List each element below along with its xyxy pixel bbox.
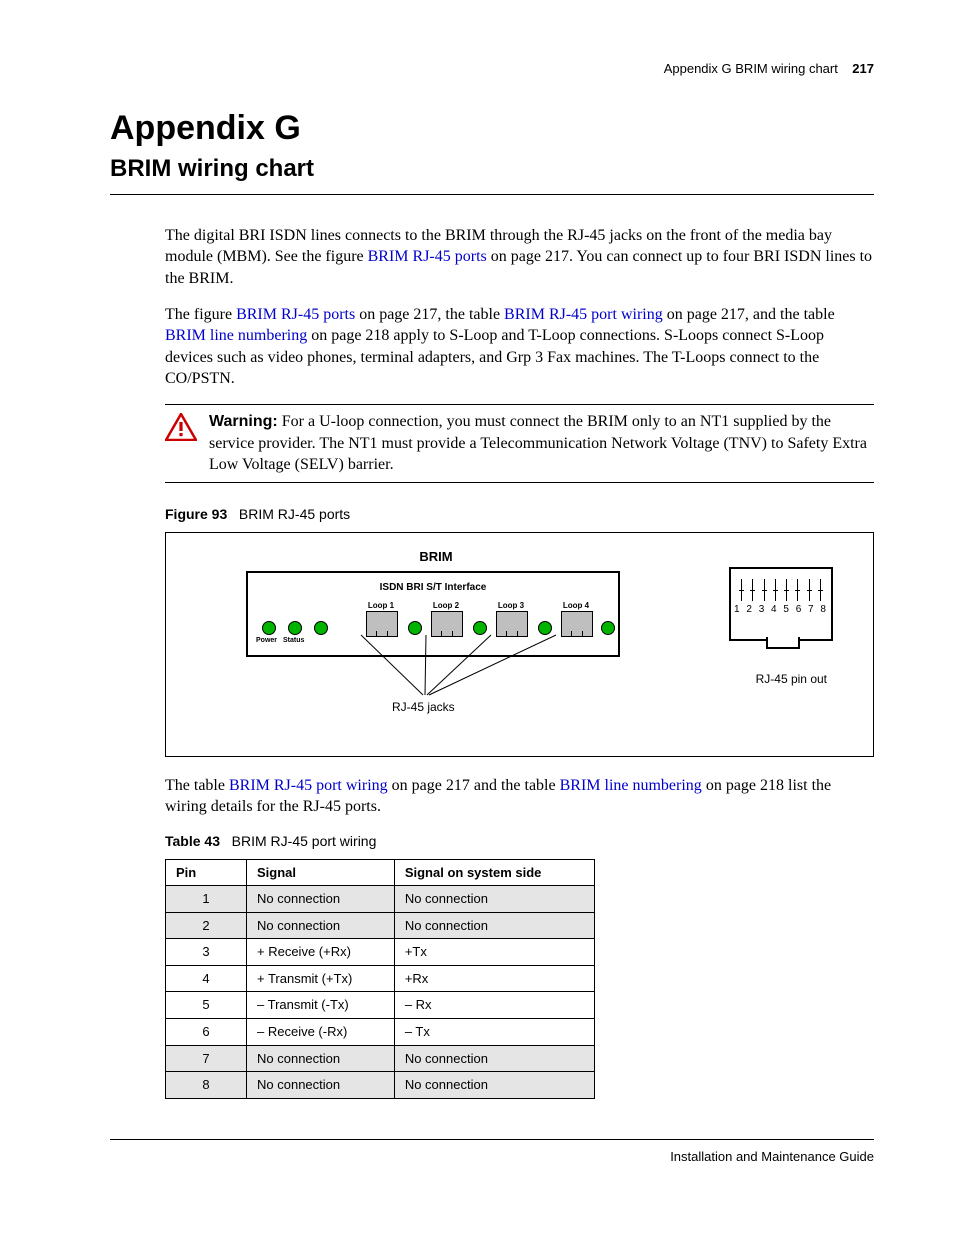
- cell-signal: + Transmit (+Tx): [247, 965, 395, 992]
- th-system: Signal on system side: [394, 859, 594, 886]
- warning-box: Warning: For a U-loop connection, you mu…: [165, 404, 874, 483]
- power-label: Power: [256, 636, 277, 645]
- cell-signal: No connection: [247, 912, 395, 939]
- link-brim-line-numbering-2[interactable]: BRIM line numbering: [560, 777, 702, 794]
- rj45-port-4: [561, 611, 593, 637]
- rj45-port-1: [366, 611, 398, 637]
- table-row: 7No connectionNo connection: [166, 1045, 595, 1072]
- brim-title: BRIM: [246, 548, 626, 566]
- warning-label: Warning:: [209, 413, 278, 430]
- cell-signal: – Receive (-Rx): [247, 1019, 395, 1046]
- cell-pin: 8: [166, 1072, 247, 1099]
- led-loop1: [408, 621, 422, 635]
- appendix-subtitle: BRIM wiring chart: [110, 153, 874, 185]
- table-43: Pin Signal Signal on system side 1No con…: [165, 859, 595, 1099]
- table-row: 3+ Receive (+Rx)+Tx: [166, 939, 595, 966]
- cell-signal: No connection: [247, 1045, 395, 1072]
- page-footer: Installation and Maintenance Guide: [110, 1139, 874, 1166]
- cell-system: +Rx: [394, 965, 594, 992]
- rj45-port-2: [431, 611, 463, 637]
- led-loop4: [601, 621, 615, 635]
- table-row: 1No connectionNo connection: [166, 886, 595, 913]
- brim-panel: ISDN BRI S/T Interface Loop 1 Loop 2 Loo…: [246, 571, 620, 657]
- cell-system: – Rx: [394, 992, 594, 1019]
- figure-93: BRIM ISDN BRI S/T Interface Loop 1 Loop …: [165, 532, 874, 757]
- led-power: [262, 621, 276, 635]
- cell-signal: + Receive (+Rx): [247, 939, 395, 966]
- cell-signal: No connection: [247, 1072, 395, 1099]
- cell-system: – Tx: [394, 1019, 594, 1046]
- rj45-jacks-label: RJ-45 jacks: [392, 699, 455, 715]
- title-rule: [110, 194, 874, 195]
- led-extra: [314, 621, 328, 635]
- warning-text: Warning: For a U-loop connection, you mu…: [199, 411, 874, 476]
- table-row: 2No connectionNo connection: [166, 912, 595, 939]
- warning-icon: [165, 411, 199, 476]
- cell-signal: No connection: [247, 886, 395, 913]
- status-label: Status: [283, 636, 304, 645]
- table-caption: Table 43 BRIM RJ-45 port wiring: [165, 832, 874, 851]
- link-brim-line-numbering[interactable]: BRIM line numbering: [165, 327, 307, 344]
- cell-pin: 3: [166, 939, 247, 966]
- link-brim-rj45-port-wiring[interactable]: BRIM RJ-45 port wiring: [504, 306, 663, 323]
- figure-caption: Figure 93 BRIM RJ-45 ports: [165, 505, 874, 524]
- cell-pin: 5: [166, 992, 247, 1019]
- rj45-pinout-diagram: 1 2 3 4 5 6 7 8: [729, 567, 833, 641]
- paragraph-3: The table BRIM RJ-45 port wiring on page…: [165, 775, 874, 818]
- led-loop3: [538, 621, 552, 635]
- cell-system: No connection: [394, 1072, 594, 1099]
- cell-pin: 1: [166, 886, 247, 913]
- cell-signal: – Transmit (-Tx): [247, 992, 395, 1019]
- cell-system: No connection: [394, 886, 594, 913]
- table-row: 8No connectionNo connection: [166, 1072, 595, 1099]
- link-brim-rj45-ports[interactable]: BRIM RJ-45 ports: [368, 248, 487, 265]
- link-brim-rj45-ports-2[interactable]: BRIM RJ-45 ports: [236, 306, 355, 323]
- paragraph-2: The figure BRIM RJ-45 ports on page 217,…: [165, 304, 874, 390]
- led-loop2: [473, 621, 487, 635]
- cell-system: +Tx: [394, 939, 594, 966]
- table-row: 5– Transmit (-Tx)– Rx: [166, 992, 595, 1019]
- appendix-title: Appendix G: [110, 106, 874, 152]
- cell-pin: 2: [166, 912, 247, 939]
- cell-pin: 7: [166, 1045, 247, 1072]
- th-signal: Signal: [247, 859, 395, 886]
- header-page-number: 217: [852, 61, 874, 76]
- table-row: 4+ Transmit (+Tx)+Rx: [166, 965, 595, 992]
- cell-system: No connection: [394, 912, 594, 939]
- led-status: [288, 621, 302, 635]
- running-header: Appendix G BRIM wiring chart 217: [110, 60, 874, 78]
- isdn-label: ISDN BRI S/T Interface: [248, 581, 618, 595]
- table-row: 6– Receive (-Rx)– Tx: [166, 1019, 595, 1046]
- th-pin: Pin: [166, 859, 247, 886]
- link-brim-rj45-port-wiring-2[interactable]: BRIM RJ-45 port wiring: [229, 777, 388, 794]
- rj45-port-3: [496, 611, 528, 637]
- cell-pin: 6: [166, 1019, 247, 1046]
- cell-pin: 4: [166, 965, 247, 992]
- cell-system: No connection: [394, 1045, 594, 1072]
- pin-numbers: 1 2 3 4 5 6 7 8: [731, 603, 831, 617]
- header-breadcrumb: Appendix G BRIM wiring chart: [664, 61, 838, 76]
- paragraph-1: The digital BRI ISDN lines connects to t…: [165, 225, 874, 290]
- rj45-pinout-label: RJ-45 pin out: [756, 671, 827, 687]
